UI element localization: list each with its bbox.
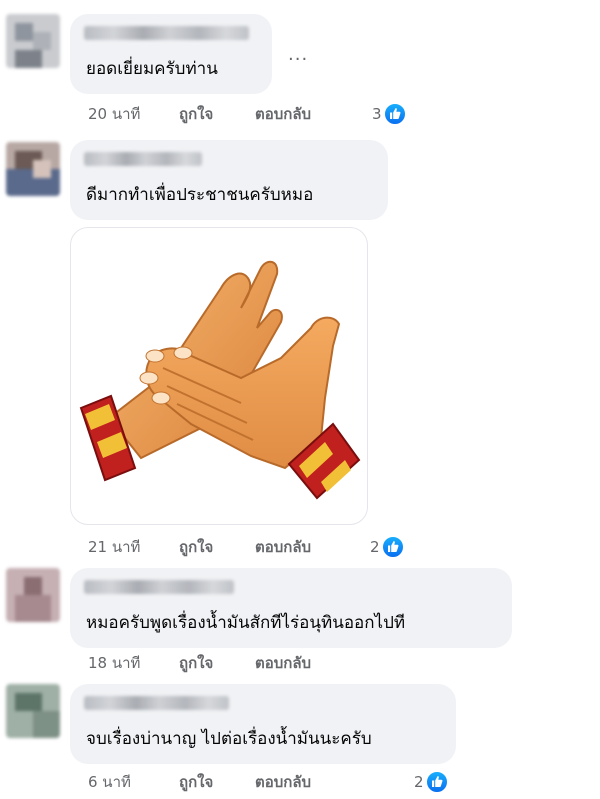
reaction-summary[interactable]: 2	[414, 771, 458, 793]
author-name-blurred[interactable]	[84, 696, 229, 710]
more-options-button[interactable]: ...	[288, 44, 308, 65]
comment-timestamp[interactable]: 20 นาที	[88, 104, 140, 124]
comment-bubble: หมอครับพูดเรื่องน้ำมันสักทีไร่อนุทินออกไ…	[70, 568, 512, 648]
reaction-count: 2	[370, 538, 380, 556]
like-thumb-icon	[384, 103, 406, 125]
reply-button[interactable]: ตอบกลับ	[255, 772, 311, 792]
like-thumb-icon	[382, 536, 404, 558]
like-button[interactable]: ถูกใจ	[179, 104, 213, 124]
comment-bubble: ยอดเยี่ยมครับท่าน	[70, 14, 272, 94]
reply-button[interactable]: ตอบกลับ	[255, 104, 311, 124]
comment-text: ดีมากทำเพื่อประชาชนครับหมอ	[86, 185, 314, 205]
reaction-count: 3	[372, 105, 382, 123]
reaction-count: 2	[414, 773, 424, 791]
comment-timestamp[interactable]: 18 นาที	[88, 653, 140, 673]
avatar[interactable]	[6, 14, 60, 68]
comment-text: จบเรื่องบ่านาญ ไปต่อเรื่องน้ำมันนะครับ	[86, 729, 372, 749]
comment-timestamp[interactable]: 21 นาที	[88, 537, 140, 557]
clapping-hands-sticker[interactable]	[70, 227, 368, 525]
author-name-blurred[interactable]	[84, 580, 234, 594]
like-thumb-icon	[426, 771, 448, 793]
comment-4: จบเรื่องบ่านาญ ไปต่อเรื่องน้ำมันนะครับ 6…	[0, 680, 600, 799]
reaction-summary[interactable]: 2	[370, 536, 414, 558]
comment-bubble: จบเรื่องบ่านาญ ไปต่อเรื่องน้ำมันนะครับ	[70, 684, 456, 764]
reply-button[interactable]: ตอบกลับ	[255, 653, 311, 673]
reply-button[interactable]: ตอบกลับ	[255, 537, 311, 557]
like-button[interactable]: ถูกใจ	[179, 653, 213, 673]
comment-text: ยอดเยี่ยมครับท่าน	[86, 59, 218, 79]
author-name-blurred[interactable]	[84, 152, 202, 166]
comment-1: ยอดเยี่ยมครับท่าน ... 20 นาที ถูกใจ ตอบก…	[0, 0, 600, 130]
avatar[interactable]	[6, 568, 60, 622]
comment-bubble: ดีมากทำเพื่อประชาชนครับหมอ	[70, 140, 388, 220]
comment-text: หมอครับพูดเรื่องน้ำมันสักทีไร่อนุทินออกไ…	[86, 613, 406, 633]
avatar[interactable]	[6, 684, 60, 738]
comment-timestamp[interactable]: 6 นาที	[88, 772, 131, 792]
comment-3: หมอครับพูดเรื่องน้ำมันสักทีไร่อนุทินออกไ…	[0, 560, 600, 680]
reaction-summary[interactable]: 3	[372, 103, 416, 125]
author-name-blurred[interactable]	[84, 26, 249, 40]
avatar[interactable]	[6, 142, 60, 196]
like-button[interactable]: ถูกใจ	[179, 772, 213, 792]
clapping-hands-image	[79, 260, 361, 500]
like-button[interactable]: ถูกใจ	[179, 537, 213, 557]
